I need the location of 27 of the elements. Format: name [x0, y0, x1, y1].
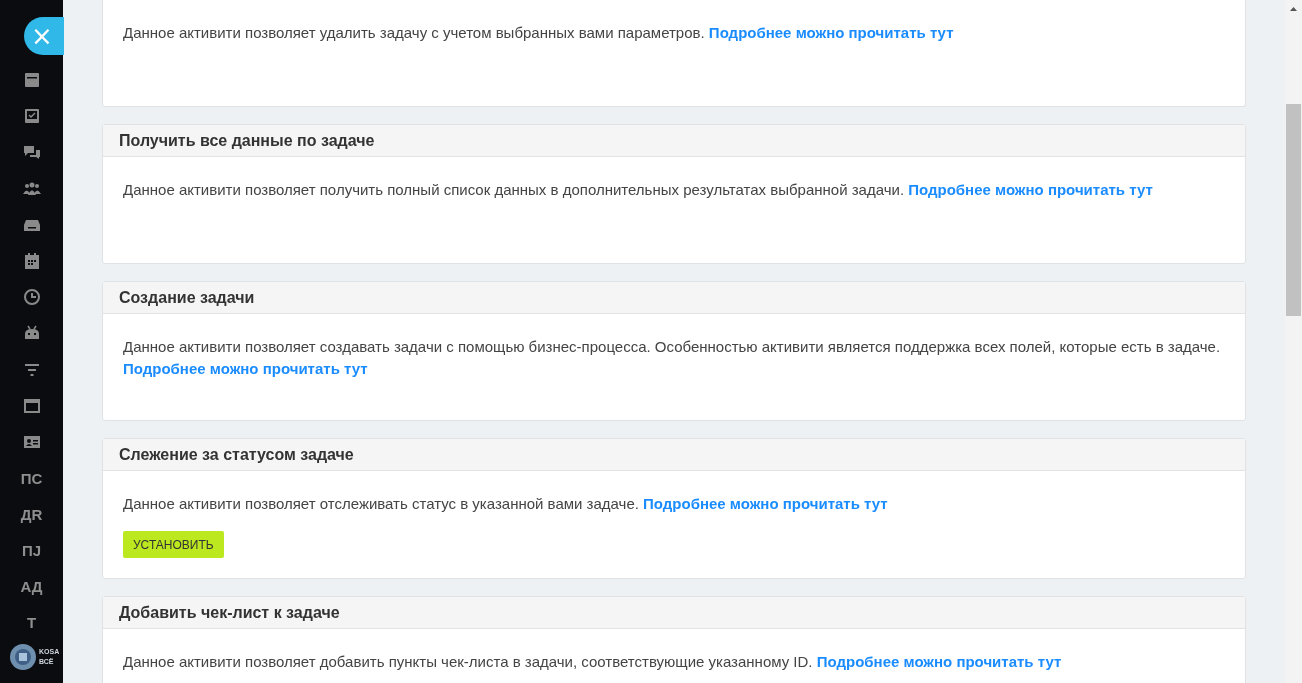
clock-icon[interactable]	[22, 288, 41, 307]
read-more-link[interactable]: Подробнее можно прочитать тут	[816, 653, 1062, 670]
window-icon[interactable]	[22, 71, 41, 90]
read-more-link[interactable]: Подробнее можно прочитать тут	[908, 181, 1153, 198]
logo-icon	[10, 644, 36, 670]
description-text: Данное активити позволяет отслеживать статус в указанной вами задаче. Подробнее можно прочитать тут	[123, 494, 889, 514]
description-text: Данное активити позволяет удалить задачу с учетом выбранных вами параметров. Подробнее можно прочитать тут	[123, 23, 955, 43]
sidebar-item[interactable]: ПС	[20, 469, 43, 487]
sidebar-item[interactable]: ДR	[20, 505, 43, 523]
install-button[interactable]: УСТАНОВИТЬ	[123, 531, 224, 558]
description-text: Данное активити позволяет создавать задачи с помощью бизнес-процесса. Особенностью активити является поддержка всех полей, которые есть в задаче. Подробнее можно прочитать тут	[123, 337, 1222, 379]
read-more-link[interactable]: Подробнее можно прочитать тут	[123, 360, 368, 377]
sidebar-item[interactable]: АД	[20, 578, 43, 596]
calendar-icon[interactable]	[22, 252, 41, 271]
card-title: Слежение за статусом задаче	[119, 445, 354, 464]
sidebar-item[interactable]: ПJ	[21, 542, 42, 560]
browser-icon[interactable]	[22, 396, 41, 415]
card-title: Получить все данные по задаче	[119, 131, 375, 150]
description-text: Данное активити позволяет получить полный список данных в дополнительных результатах выбранной задачи. Подробнее можно прочитать тут	[123, 180, 1154, 200]
read-more-link[interactable]: Подробнее можно прочитать тут	[643, 495, 888, 512]
checkbox-icon[interactable]	[22, 107, 41, 126]
description-text: Данное активити позволяет добавить пункты чек-листа в задачи, соответствующие указанному ID. Подробнее можно прочитать тут	[123, 652, 1063, 672]
card-title: Создание задачи	[119, 288, 255, 307]
chat-icon[interactable]	[22, 143, 41, 162]
read-more-link[interactable]: Подробнее можно прочитать тут	[708, 24, 954, 41]
card-title: Добавить чек-лист к задаче	[119, 603, 340, 622]
sidebar-item[interactable]: Т	[26, 614, 37, 632]
